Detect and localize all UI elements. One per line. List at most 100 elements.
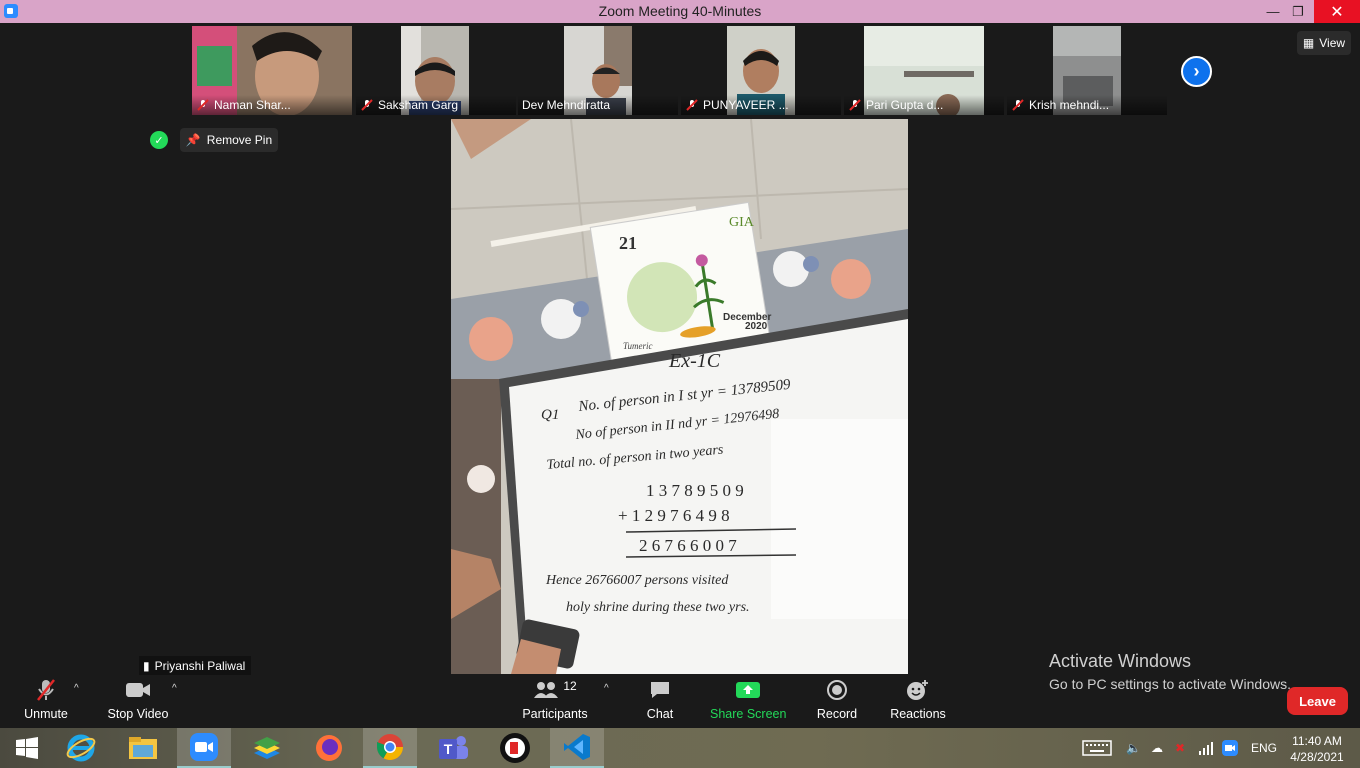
record-icon bbox=[827, 680, 847, 700]
minimize-button[interactable]: — bbox=[1260, 0, 1286, 23]
chrome-icon bbox=[376, 734, 404, 761]
bluestacks-taskbar-button[interactable] bbox=[240, 728, 294, 768]
participants-button[interactable]: 12 Participants bbox=[522, 678, 588, 724]
signal-strength-icon[interactable] bbox=[1198, 728, 1214, 768]
pinned-video: GIA 21 December 2020 Tumeric Ex-1C Q1 No… bbox=[451, 119, 908, 674]
zoom-icon bbox=[190, 733, 218, 761]
video-camera-icon bbox=[126, 683, 150, 697]
board-answer-2: holy shrine during these two yrs. bbox=[566, 600, 750, 615]
volume-icon[interactable]: 🔈 bbox=[1126, 728, 1141, 768]
muted-mic-icon bbox=[686, 99, 698, 111]
system-clock[interactable]: 11:40 AM 4/28/2021 bbox=[1287, 733, 1347, 765]
participant-thumbnail[interactable]: Naman Shar... bbox=[192, 26, 352, 115]
muted-microphone-icon bbox=[37, 679, 55, 701]
record-button[interactable]: Record bbox=[814, 678, 860, 724]
screen-recorder-icon bbox=[500, 733, 530, 763]
activate-windows-watermark: Activate Windows Go to PC settings to ac… bbox=[1049, 651, 1291, 692]
board-question-label: Q1 bbox=[541, 407, 559, 423]
chat-button[interactable]: Chat bbox=[640, 678, 680, 724]
calendar-year-mark: 21 bbox=[619, 233, 637, 253]
share-screen-label: Share Screen bbox=[710, 707, 787, 721]
participants-icon bbox=[534, 682, 559, 698]
activate-subtitle: Go to PC settings to activate Windows. bbox=[1049, 676, 1291, 692]
bluestacks-icon bbox=[254, 737, 280, 759]
teams-icon: T bbox=[439, 736, 468, 759]
muted-mic-icon bbox=[1012, 99, 1024, 111]
whiteboard-video-frame: GIA 21 December 2020 Tumeric Ex-1C Q1 No… bbox=[451, 119, 908, 674]
record-label: Record bbox=[816, 707, 858, 721]
internet-explorer-taskbar-button[interactable] bbox=[54, 728, 108, 768]
pin-icon: 📌 bbox=[185, 133, 201, 147]
board-sum-a: 1 3 7 8 9 5 0 9 bbox=[646, 481, 744, 500]
vscode-icon bbox=[564, 734, 590, 760]
calendar-year: 2020 bbox=[745, 321, 768, 332]
grid-icon: ▦ bbox=[1302, 36, 1315, 50]
participant-thumbnail[interactable]: Saksham Garg bbox=[356, 26, 516, 115]
zoom-tray-icon[interactable] bbox=[1222, 728, 1238, 768]
file-explorer-taskbar-button[interactable] bbox=[116, 728, 170, 768]
zoom-taskbar-button[interactable] bbox=[177, 728, 231, 768]
clock-time: 11:40 AM bbox=[1292, 734, 1342, 748]
participants-count: 12 bbox=[563, 679, 577, 693]
network-error-icon[interactable]: ✖ bbox=[1175, 728, 1185, 768]
windows-taskbar: T 🔈 ☁ ✖ ENG 11:40 AM 4/28/2021 bbox=[0, 728, 1360, 768]
activate-title: Activate Windows bbox=[1049, 651, 1192, 671]
video-options-caret-icon[interactable]: ^ bbox=[172, 683, 177, 694]
view-button[interactable]: ▦ View bbox=[1297, 31, 1351, 55]
start-button[interactable] bbox=[0, 728, 54, 768]
participant-thumbnail[interactable]: Dev Mehndiratta bbox=[518, 26, 678, 115]
firefox-icon bbox=[316, 735, 342, 761]
unmute-button[interactable]: Unmute bbox=[20, 678, 72, 724]
internet-explorer-icon bbox=[66, 734, 96, 762]
participant-name: Naman Shar... bbox=[192, 95, 352, 115]
calendar-caption: Tumeric bbox=[623, 341, 653, 351]
participant-name: Saksham Garg bbox=[356, 95, 516, 115]
active-speaker-tag: ▮ Priyanshi Paliwal bbox=[139, 656, 252, 675]
chat-bubble-icon bbox=[651, 682, 669, 698]
remove-pin-label: Remove Pin bbox=[206, 133, 273, 147]
folder-icon bbox=[129, 737, 157, 759]
maximize-button[interactable]: ❐ bbox=[1285, 0, 1311, 23]
unmute-label: Unmute bbox=[24, 707, 68, 721]
participant-name: PUNYAVEER ... bbox=[681, 95, 841, 115]
signal-bars-icon: ▮ bbox=[143, 658, 150, 673]
clock-date: 4/28/2021 bbox=[1290, 750, 1344, 764]
active-speaker-name: Priyanshi Paliwal bbox=[154, 658, 246, 673]
encryption-shield-icon[interactable]: ✓ bbox=[150, 131, 168, 149]
share-screen-button[interactable]: Share Screen bbox=[710, 678, 786, 724]
title-bar: Zoom Meeting 40-Minutes — ❐ ✕ bbox=[0, 0, 1360, 23]
next-page-arrow-icon[interactable]: › bbox=[1181, 56, 1212, 87]
participant-name: Pari Gupta d... bbox=[844, 95, 1004, 115]
remove-pin-button[interactable]: 📌 Remove Pin bbox=[180, 128, 278, 152]
muted-mic-icon bbox=[849, 99, 861, 111]
participant-thumbnail[interactable]: Pari Gupta d... bbox=[844, 26, 1004, 115]
muted-mic-icon bbox=[197, 99, 209, 111]
vscode-taskbar-button[interactable] bbox=[550, 728, 604, 768]
language-indicator[interactable]: ENG bbox=[1251, 728, 1277, 768]
chat-label: Chat bbox=[646, 707, 674, 721]
stop-video-button[interactable]: Stop Video bbox=[106, 678, 170, 724]
participant-name: Dev Mehndiratta bbox=[518, 95, 678, 115]
chrome-taskbar-button[interactable] bbox=[363, 728, 417, 768]
svg-text:T: T bbox=[444, 741, 453, 757]
audio-options-caret-icon[interactable]: ^ bbox=[74, 683, 79, 694]
teams-taskbar-button[interactable]: T bbox=[426, 728, 480, 768]
participant-name: Krish mehndi... bbox=[1007, 95, 1167, 115]
reactions-button[interactable]: Reactions bbox=[890, 678, 946, 724]
participants-label: Participants bbox=[522, 707, 588, 721]
close-button[interactable]: ✕ bbox=[1314, 0, 1360, 23]
stop-video-label: Stop Video bbox=[107, 707, 169, 721]
participant-thumbnail[interactable]: PUNYAVEER ... bbox=[681, 26, 841, 115]
windows-logo-icon bbox=[16, 737, 38, 759]
smiley-plus-icon bbox=[907, 680, 928, 700]
keyboard-icon[interactable] bbox=[1082, 728, 1112, 768]
participants-options-caret-icon[interactable]: ^ bbox=[604, 683, 609, 694]
recorder-taskbar-button[interactable] bbox=[488, 728, 542, 768]
board-heading: Ex-1C bbox=[668, 350, 721, 372]
onedrive-cloud-icon[interactable]: ☁ bbox=[1151, 728, 1163, 768]
firefox-taskbar-button[interactable] bbox=[302, 728, 356, 768]
leave-button[interactable]: Leave bbox=[1287, 687, 1348, 715]
board-sum-b: + 1 2 9 7 6 4 9 8 bbox=[618, 506, 730, 525]
participant-thumbnail[interactable]: Krish mehndi... bbox=[1007, 26, 1167, 115]
board-sum-total: 2 6 7 6 6 0 0 7 bbox=[639, 536, 737, 555]
